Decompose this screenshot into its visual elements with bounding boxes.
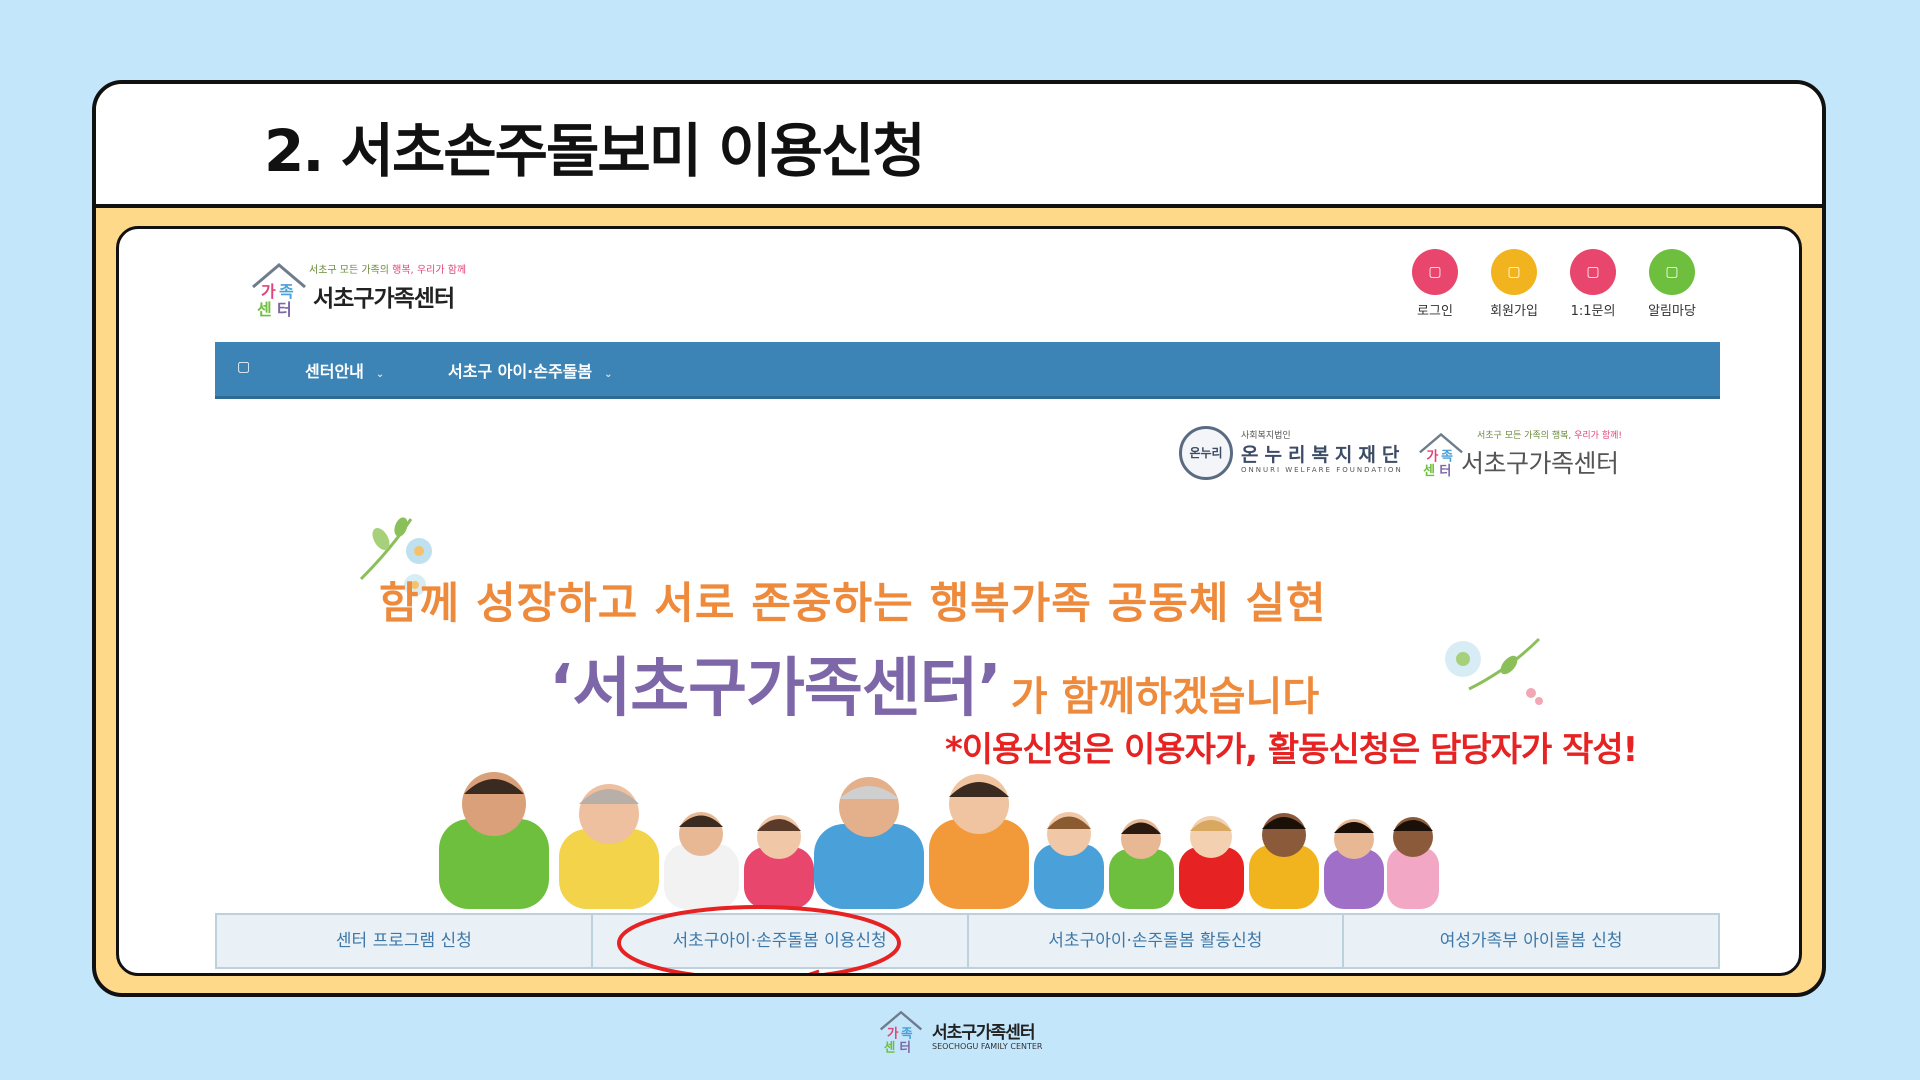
tab-childcare-activity-application[interactable]: 서초구아이·손주돌봄 활동신청 [969, 915, 1345, 967]
family-house-icon: 가 족 센 터 [1419, 432, 1463, 479]
slide-header: 2. 서초손주돌보미 이용신청 [96, 84, 1822, 208]
family-house-icon: 가 족 센 터 [252, 263, 306, 319]
banner-subline: ‘서초구가족센터’ 가 함께하겠습니다 [549, 637, 1319, 729]
main-nav: ▢ 센터안내 ⌄ 서초구 아이·손주돌봄 ⌄ [215, 342, 1720, 399]
bell-icon: ▢ [1649, 249, 1695, 295]
svg-text:가: 가 [887, 1025, 899, 1040]
svg-text:가: 가 [261, 282, 276, 301]
nav-item-childcare[interactable]: 서초구 아이·손주돌봄 ⌄ [448, 358, 613, 382]
chat-icon: ▢ [1570, 249, 1616, 295]
svg-text:족: 족 [901, 1025, 913, 1040]
quick-link-notice[interactable]: ▢ 알림마당 [1642, 249, 1702, 319]
svg-text:센: 센 [257, 300, 272, 319]
logo-name: 서초구가족센터 [313, 286, 455, 312]
footer-name: 서초구가족센터 [932, 1023, 1035, 1043]
svg-text:족: 족 [1441, 450, 1453, 465]
tab-mogef-childcare[interactable]: 여성가족부 아이돌봄 신청 [1344, 915, 1718, 967]
login-icon: ▢ [1412, 249, 1458, 295]
svg-text:터: 터 [899, 1039, 911, 1054]
onnuri-name: 온누리복지재단 [1241, 444, 1406, 466]
partner-logos: 온누리 사회복지법인 온누리복지재단 ONNURI WELFARE FOUNDA… [1149, 426, 1689, 486]
chevron-down-icon: ⌄ [604, 369, 613, 380]
banner-headline: 함께 성장하고 서로 존중하는 행복가족 공동체 실현 [379, 579, 1327, 629]
home-icon[interactable]: ▢ [237, 359, 250, 375]
chevron-down-icon: ⌄ [375, 369, 385, 380]
application-tabs: 센터 프로그램 신청 서초구아이·손주돌봄 이용신청 서초구아이·손주돌봄 활동… [215, 913, 1720, 969]
footer-english: SEOCHOGU FAMILY CENTER [932, 1042, 1043, 1051]
site-logo[interactable]: 가 족 센 터 서초구 모든 가족의 행복, 우리가 함께 서초구가족센터 [247, 257, 507, 327]
website-screenshot: 가 족 센 터 서초구 모든 가족의 행복, 우리가 함께 서초구가족센터 ▢ … [116, 226, 1802, 976]
user-plus-icon: ▢ [1491, 249, 1537, 295]
onnuri-seal-icon: 온누리 [1179, 426, 1233, 480]
quick-link-login[interactable]: ▢ 로그인 [1405, 249, 1465, 319]
quick-link-inquiry[interactable]: ▢ 1:1문의 [1563, 249, 1623, 319]
slide-frame: 2. 서초손주돌보미 이용신청 가 족 센 터 서초구 모든 가족의 행복, 우… [92, 80, 1826, 997]
svg-text:가: 가 [1426, 450, 1438, 465]
svg-text:터: 터 [1439, 463, 1451, 479]
footer-logo: 가 족 센 터 서초구가족센터 SEOCHOGU FAMILY CENTER [876, 1004, 1056, 1062]
tab-center-program[interactable]: 센터 프로그램 신청 [217, 915, 593, 967]
svg-text:족: 족 [279, 282, 294, 301]
banner-brand: ‘서초구가족센터’ [549, 652, 1002, 726]
nav-item-center-info[interactable]: 센터안내 ⌄ [305, 358, 384, 382]
flower-decoration-icon [1445, 637, 1543, 705]
slide-title: 2. 서초손주돌보미 이용신청 [264, 117, 926, 185]
onnuri-english: ONNURI WELFARE FOUNDATION [1241, 466, 1403, 474]
center-name: 서초구가족센터 [1461, 449, 1619, 478]
family-house-icon: 가 족 센 터 [879, 1010, 923, 1054]
svg-text:터: 터 [277, 300, 292, 319]
quick-link-signup[interactable]: ▢ 회원가입 [1484, 249, 1544, 319]
center-tagline: 서초구 모든 가족의 행복, 우리가 함께! [1477, 431, 1622, 441]
svg-text:센: 센 [1423, 463, 1435, 479]
family-photo [439, 772, 1439, 909]
svg-text:센: 센 [884, 1039, 896, 1054]
annotation-notice: *이용신청은 이용자가, 활동신청은 담당자가 작성! [945, 730, 1638, 770]
highlight-circle [617, 905, 901, 973]
banner-subline-rest: 가 함께하겠습니다 [1010, 674, 1320, 720]
logo-tagline: 서초구 모든 가족의 행복, 우리가 함께 [309, 265, 467, 276]
